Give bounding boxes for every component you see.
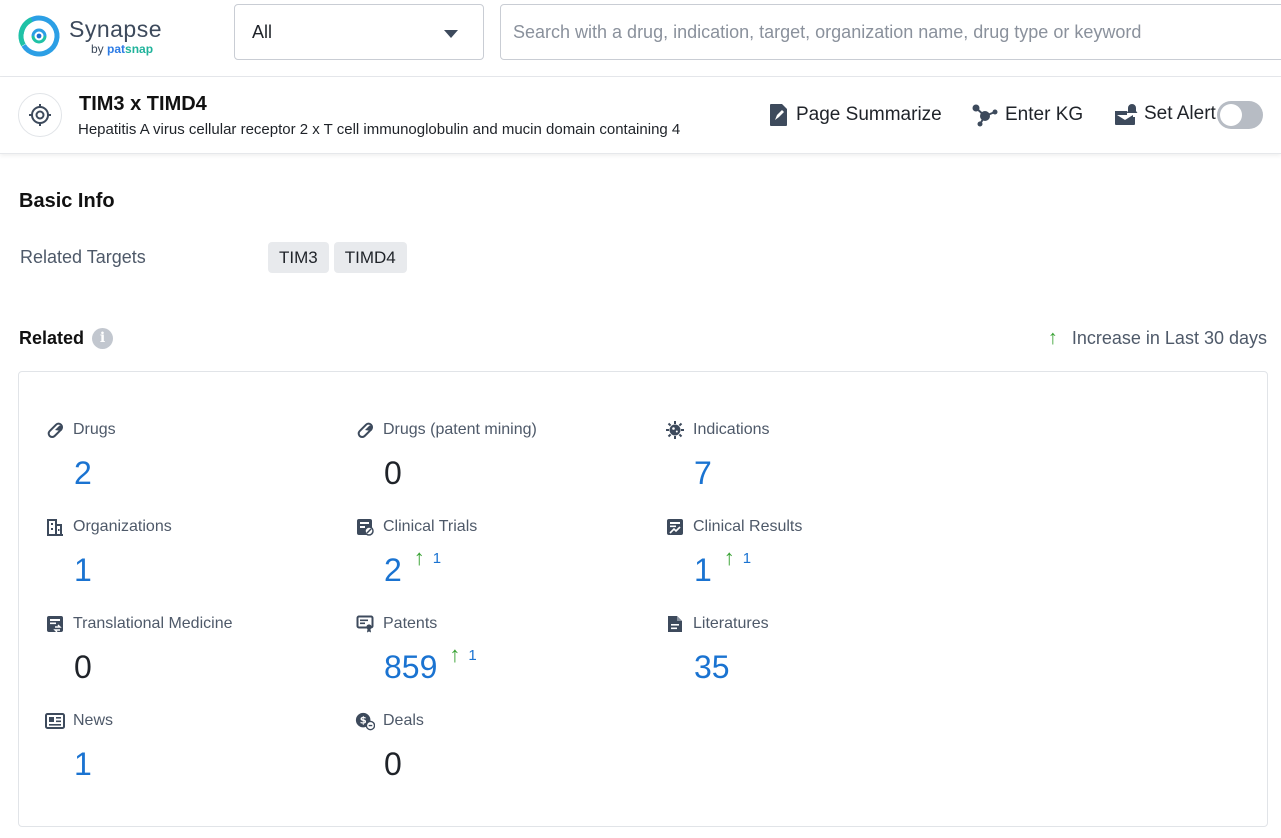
search-scope-select[interactable]: All <box>234 4 484 60</box>
stat-value[interactable]: 7 <box>694 456 712 490</box>
stat-label: Patents <box>383 615 437 633</box>
related-heading: Related i <box>19 328 113 349</box>
increase-indicator: ↑1 <box>449 644 476 666</box>
logo-brand: patsnap <box>107 42 153 56</box>
stat-value[interactable]: 1 <box>694 553 712 587</box>
increase-indicator: ↑1 <box>724 547 751 569</box>
logo-byline: by patsnap <box>91 42 162 56</box>
info-icon[interactable]: i <box>92 328 113 349</box>
synapse-logo-icon <box>17 14 61 58</box>
logo-name: Synapse <box>69 16 162 42</box>
increase-legend-text: Increase in Last 30 days <box>1072 328 1267 349</box>
stat-label: Clinical Trials <box>383 518 477 536</box>
increase-count[interactable]: 1 <box>743 549 751 569</box>
page-subtitle: Hepatitis A virus cellular receptor 2 x … <box>78 121 680 138</box>
stat-value[interactable]: 1 <box>74 747 92 781</box>
pill-icon <box>45 420 65 440</box>
stat-label: Drugs (patent mining) <box>383 421 537 439</box>
stat-value[interactable]: 859 <box>384 650 437 684</box>
clinical-trials-icon <box>355 517 375 537</box>
stat-label: Drugs <box>73 421 116 439</box>
stat-value: 0 <box>74 650 92 684</box>
enter-kg-button[interactable]: Enter KG <box>971 103 1083 127</box>
translational-medicine-icon <box>45 614 65 634</box>
logo-by-text: by <box>91 42 104 56</box>
up-arrow-icon: ↑ <box>1048 327 1058 350</box>
patent-icon <box>355 614 375 634</box>
stat-clinical-trials: Clinical Trials 2 ↑1 <box>355 517 655 607</box>
stat-drugs-patent-mining: Drugs (patent mining) 0 <box>355 420 655 510</box>
stat-value[interactable]: 2 <box>384 553 402 587</box>
caret-down-icon <box>444 30 458 38</box>
toggle-knob <box>1220 104 1242 126</box>
set-alert-button[interactable]: Set Alert <box>1114 103 1216 125</box>
increase-indicator: ↑1 <box>414 547 441 569</box>
related-targets-tags: TIM3 TIMD4 <box>268 242 412 273</box>
entity-title-bar: TIM3 x TIMD4 Hepatitis A virus cellular … <box>0 77 1281 154</box>
pill-icon <box>355 420 375 440</box>
newspaper-icon <box>45 711 65 731</box>
stat-translational-medicine: Translational Medicine 0 <box>45 614 345 704</box>
enter-kg-label: Enter KG <box>1005 104 1083 126</box>
stat-value[interactable]: 2 <box>74 456 92 490</box>
up-arrow-icon: ↑ <box>414 547 425 569</box>
target-tag[interactable]: TIM3 <box>268 242 329 273</box>
logo-brand-b: snap <box>125 42 153 56</box>
stat-deals: $ Deals 0 <box>355 711 655 801</box>
stat-indications: Indications 7 <box>665 420 965 510</box>
up-arrow-icon: ↑ <box>449 644 460 666</box>
page-summarize-button[interactable]: Page Summarize <box>768 103 942 127</box>
alert-icon <box>1114 103 1138 125</box>
stat-organizations: Organizations 1 <box>45 517 345 607</box>
page-title: TIM3 x TIMD4 <box>79 93 207 116</box>
increase-count[interactable]: 1 <box>433 549 441 569</box>
page-summarize-label: Page Summarize <box>796 104 942 126</box>
stat-value: 0 <box>384 456 402 490</box>
related-heading-text: Related <box>19 328 84 349</box>
top-search-bar: Synapse by patsnap All <box>0 0 1281 77</box>
stat-label: News <box>73 712 113 730</box>
basic-info-heading: Basic Info <box>19 190 115 213</box>
up-arrow-icon: ↑ <box>724 547 735 569</box>
set-alert-label: Set Alert <box>1144 103 1216 125</box>
stat-value[interactable]: 35 <box>694 650 730 684</box>
stat-label: Organizations <box>73 518 172 536</box>
target-tag[interactable]: TIMD4 <box>334 242 407 273</box>
increase-count[interactable]: 1 <box>468 646 476 666</box>
stat-drugs: Drugs 2 <box>45 420 345 510</box>
document-icon <box>665 614 685 634</box>
summarize-icon <box>768 103 790 127</box>
stat-patents: Patents 859 ↑1 <box>355 614 655 704</box>
increase-legend: ↑ Increase in Last 30 days <box>1048 327 1267 350</box>
stat-label: Translational Medicine <box>73 615 232 633</box>
stat-value: 0 <box>384 747 402 781</box>
stat-label: Literatures <box>693 615 769 633</box>
stat-label: Deals <box>383 712 424 730</box>
search-scope-value: All <box>252 22 272 43</box>
synapse-logo[interactable]: Synapse by patsnap <box>17 11 177 61</box>
logo-brand-a: pat <box>107 42 125 56</box>
stat-clinical-results: Clinical Results 1 ↑1 <box>665 517 965 607</box>
knowledge-graph-icon <box>971 103 999 127</box>
virus-icon <box>665 420 685 440</box>
stat-label: Clinical Results <box>693 518 802 536</box>
deals-icon: $ <box>355 711 375 731</box>
related-stats-card: Drugs 2 Drugs (patent mining) 0 Indicati… <box>18 371 1268 827</box>
related-targets-label: Related Targets <box>20 247 146 268</box>
svg-text:$: $ <box>360 716 367 727</box>
target-icon <box>18 93 62 137</box>
alert-toggle[interactable] <box>1217 101 1263 129</box>
stat-value[interactable]: 1 <box>74 553 92 587</box>
stat-label: Indications <box>693 421 770 439</box>
stat-news: News 1 <box>45 711 345 801</box>
search-input[interactable] <box>500 4 1281 60</box>
stat-literatures: Literatures 35 <box>665 614 965 704</box>
building-icon <box>45 517 65 537</box>
clinical-results-icon <box>665 517 685 537</box>
